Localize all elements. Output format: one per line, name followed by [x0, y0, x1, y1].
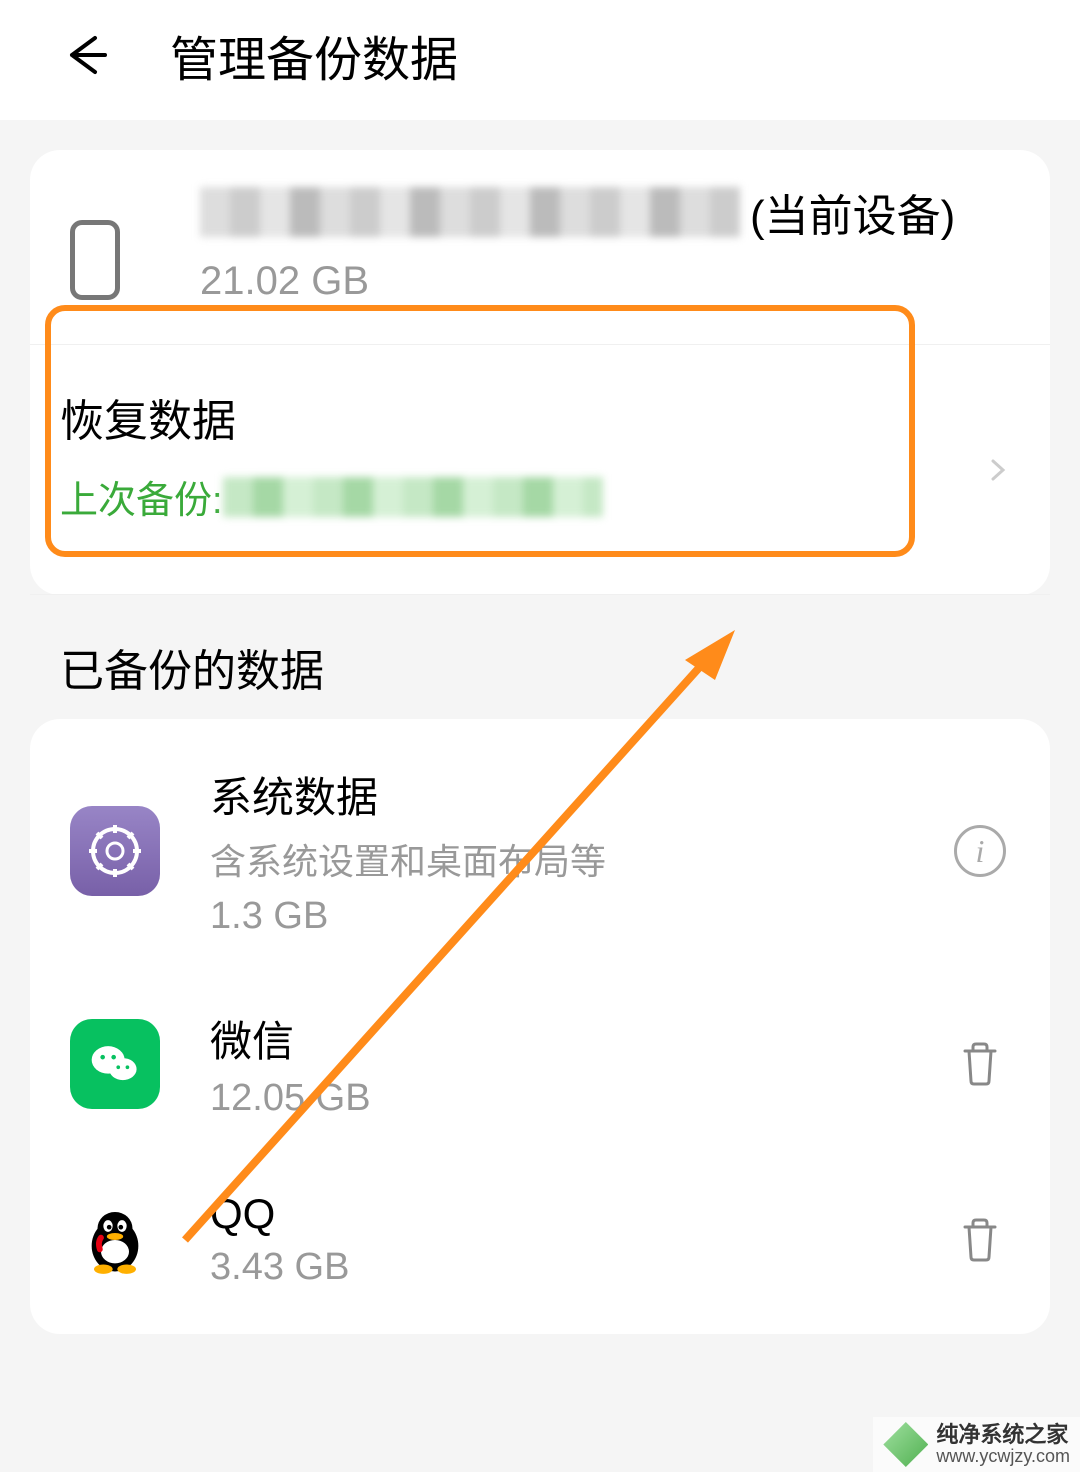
wechat-icon: [70, 1019, 160, 1109]
back-button[interactable]: [60, 30, 110, 80]
watermark-name: 纯净系统之家: [936, 1423, 1070, 1447]
item-name: QQ: [210, 1190, 950, 1238]
gear-icon: [70, 806, 160, 896]
info-button[interactable]: i: [950, 821, 1010, 881]
delete-button[interactable]: [950, 1210, 1010, 1270]
list-item-system[interactable]: 系统数据 含系统设置和桌面布局等 1.3 GB i: [30, 729, 1050, 973]
trash-icon: [955, 1215, 1005, 1265]
item-name: 系统数据: [210, 764, 950, 825]
item-text: QQ 3.43 GB: [210, 1190, 950, 1289]
restore-data-row[interactable]: 恢复数据 上次备份:: [30, 344, 1050, 595]
page-title: 管理备份数据: [170, 20, 458, 90]
item-desc: 含系统设置和桌面布局等: [210, 833, 950, 885]
watermark-logo-icon: [883, 1422, 928, 1467]
item-size: 3.43 GB: [210, 1246, 950, 1289]
qq-icon: [70, 1195, 160, 1285]
watermark: 纯净系统之家 www.ycwjzy.com: [873, 1417, 1080, 1472]
list-item-qq[interactable]: QQ 3.43 GB: [30, 1155, 1050, 1324]
trash-icon: [955, 1039, 1005, 1089]
device-card: (当前设备) 21.02 GB 恢复数据 上次备份:: [30, 150, 1050, 595]
device-info: (当前设备) 21.02 GB: [200, 180, 1010, 304]
restore-subtitle: 上次备份:: [60, 469, 1010, 524]
device-row[interactable]: (当前设备) 21.02 GB: [30, 150, 1050, 324]
item-name: 微信: [210, 1008, 950, 1069]
chevron-right-icon: [986, 458, 1010, 482]
phone-icon: [70, 220, 120, 300]
item-text: 微信 12.05 GB: [210, 1008, 950, 1120]
item-size: 12.05 GB: [210, 1077, 950, 1120]
last-backup-time-redacted: [223, 477, 603, 517]
backed-up-section-title: 已备份的数据: [0, 595, 1080, 719]
backed-up-list: 系统数据 含系统设置和桌面布局等 1.3 GB i 微信 12.05 GB: [30, 719, 1050, 1334]
restore-title: 恢复数据: [60, 385, 1010, 449]
item-size: 1.3 GB: [210, 895, 950, 938]
device-size: 21.02 GB: [200, 259, 1010, 304]
item-text: 系统数据 含系统设置和桌面布局等 1.3 GB: [210, 764, 950, 938]
info-icon: i: [954, 825, 1006, 877]
device-suffix: (当前设备): [750, 180, 955, 244]
last-backup-label: 上次备份:: [60, 469, 223, 524]
device-name-redacted: [200, 187, 740, 237]
watermark-url: www.ycwjzy.com: [936, 1447, 1070, 1467]
delete-button[interactable]: [950, 1034, 1010, 1094]
list-item-wechat[interactable]: 微信 12.05 GB: [30, 973, 1050, 1155]
header: 管理备份数据: [0, 0, 1080, 120]
